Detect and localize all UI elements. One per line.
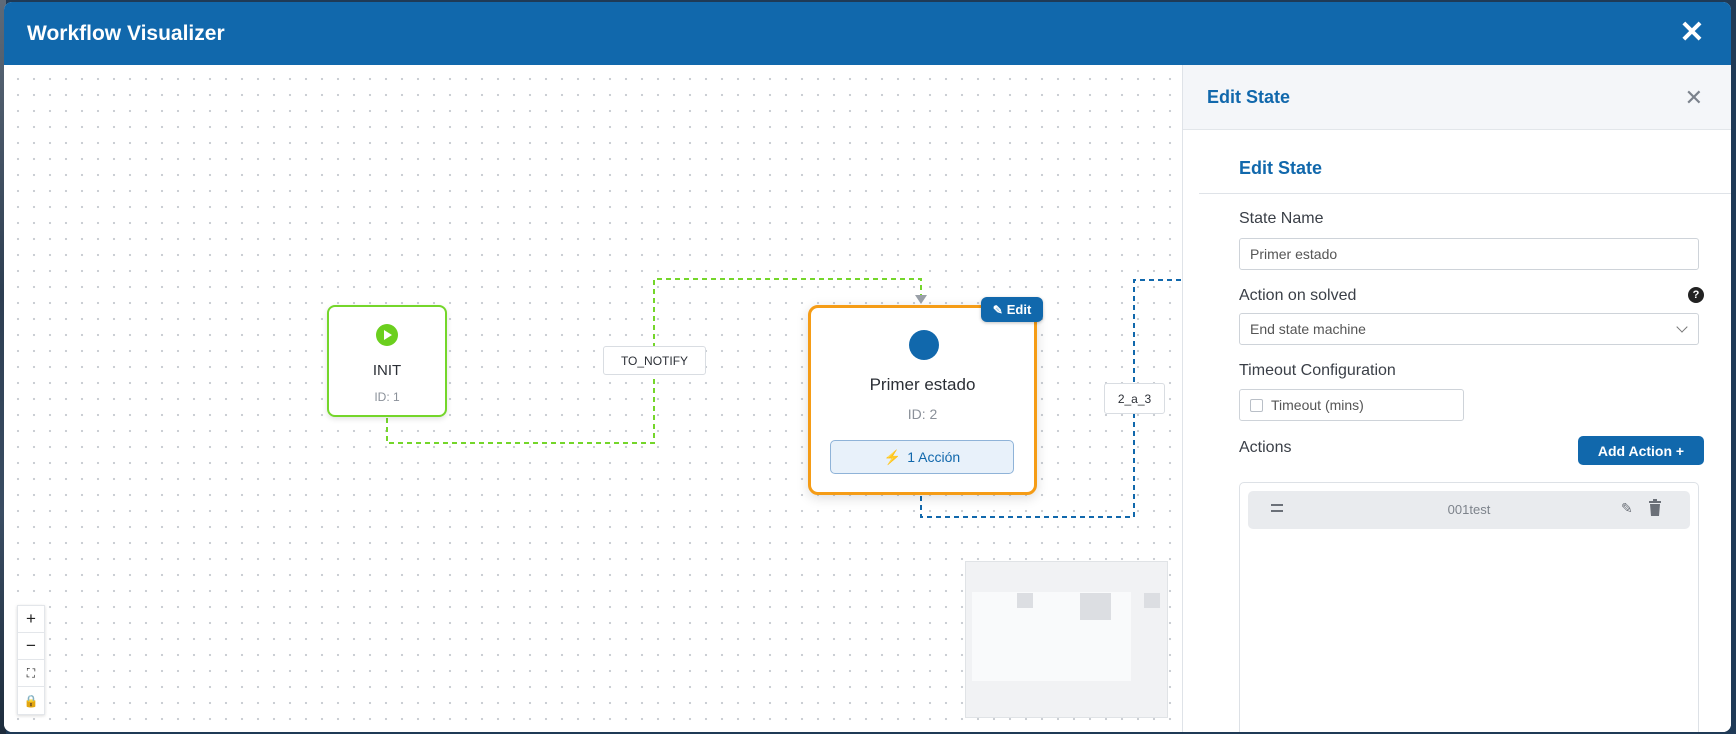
minimap-node [1017, 593, 1033, 608]
timeout-checkbox[interactable] [1250, 398, 1263, 412]
panel-title: Edit State [1207, 86, 1291, 107]
play-icon [376, 324, 398, 346]
actions-list: 001test ✎ [1239, 482, 1699, 732]
action-on-solved-value: End state machine [1250, 321, 1366, 337]
workflow-visualizer-modal: Workflow Visualizer ✕ INIT ID: 1 TO_NOTI… [4, 2, 1731, 732]
close-panel-icon[interactable]: ✕ [1685, 85, 1703, 111]
edit-node-label: Edit [1006, 302, 1032, 317]
node-init[interactable]: INIT ID: 1 [327, 305, 447, 417]
state-name-input[interactable] [1239, 238, 1699, 270]
minimap-node [1080, 593, 1111, 620]
modal-title: Workflow Visualizer [27, 21, 225, 45]
action-count-badge[interactable]: ⚡ 1 Acción [830, 440, 1014, 474]
state-name-label: State Name [1239, 210, 1324, 227]
zoom-in-button[interactable]: + [18, 606, 44, 633]
edit-icon: ✎ [992, 302, 1003, 317]
pencil-icon[interactable]: ✎ [1621, 500, 1633, 517]
edge-label-2-a-3[interactable]: 2_a_3 [1104, 383, 1165, 414]
node-init-id: ID: 1 [374, 390, 400, 404]
lock-button[interactable]: 🔒 [18, 687, 44, 714]
timeout-toggle[interactable]: Timeout (mins) [1239, 389, 1464, 421]
panel-header: Edit State ✕ [1183, 65, 1731, 130]
list-item[interactable]: 001test ✎ [1248, 491, 1690, 529]
action-count-label: 1 Acción [907, 449, 961, 465]
timeout-config-label: Timeout Configuration [1239, 362, 1396, 379]
form-heading: Edit State [1239, 158, 1323, 178]
add-action-button[interactable]: Add Action + [1578, 436, 1704, 465]
action-on-solved-label: Action on solved [1239, 287, 1357, 304]
modal-header: Workflow Visualizer ✕ [4, 2, 1731, 65]
bolt-icon: ⚡ [883, 448, 902, 465]
node-init-title: INIT [372, 362, 402, 379]
form-heading-section: Edit State [1199, 130, 1731, 194]
actions-label: Actions [1239, 439, 1292, 456]
state-dot-icon [909, 330, 939, 360]
minimap[interactable] [965, 561, 1168, 718]
edit-node-button[interactable]: ✎ Edit [981, 297, 1043, 322]
workflow-canvas[interactable]: INIT ID: 1 TO_NOTIFY 2_a_3 Primer estado… [4, 65, 1182, 732]
trash-icon[interactable] [1647, 499, 1663, 517]
timeout-checkbox-label: Timeout (mins) [1271, 397, 1364, 413]
fit-view-button[interactable]: ⛶ [18, 660, 44, 687]
edit-state-panel: Edit State ✕ Edit State State Name Actio… [1182, 65, 1731, 732]
close-modal-icon[interactable]: ✕ [1679, 18, 1705, 48]
node-primer-estado[interactable]: Primer estado ID: 2 ⚡ 1 Acción [808, 305, 1037, 495]
zoom-out-button[interactable]: − [18, 633, 44, 660]
node-state-title: Primer estado [869, 375, 976, 394]
minimap-node [1144, 593, 1160, 608]
action-on-solved-select[interactable]: End state machine [1239, 313, 1699, 345]
node-state-id: ID: 2 [907, 406, 938, 422]
zoom-controls: + − ⛶ 🔒 [17, 605, 45, 715]
help-icon[interactable]: ? [1688, 287, 1704, 303]
edge-label-to-notify[interactable]: TO_NOTIFY [603, 346, 706, 375]
chevron-down-icon [1676, 321, 1688, 333]
edge-arrow-icon [915, 295, 927, 304]
